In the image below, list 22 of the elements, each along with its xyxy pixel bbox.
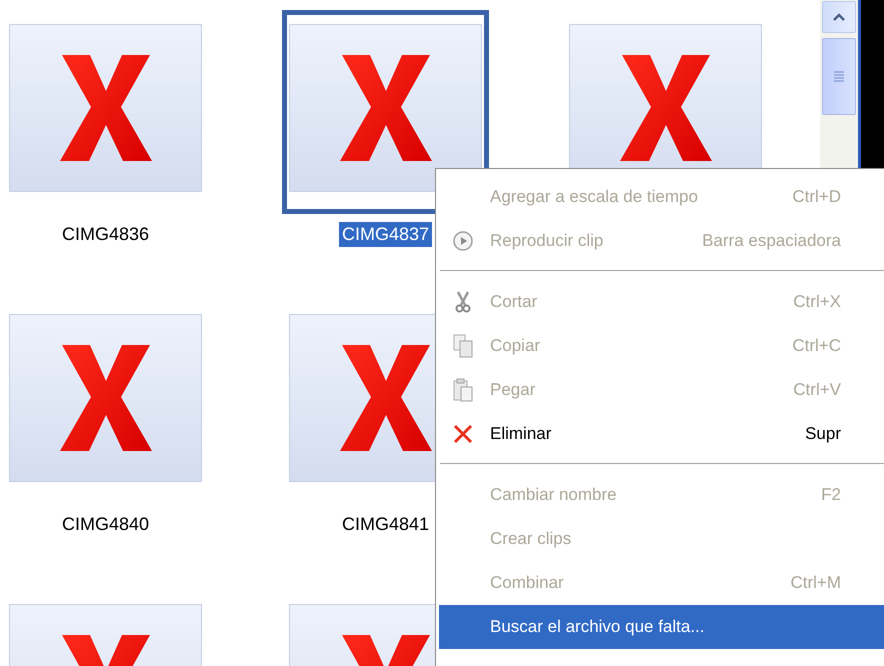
play-icon	[453, 231, 473, 251]
menu-item[interactable]: Eliminar Supr	[436, 412, 884, 456]
scroll-up-button[interactable]	[822, 1, 856, 33]
menu-item[interactable]: Buscar el archivo que falta...	[439, 605, 884, 649]
clip-name: CIMG4841	[340, 513, 430, 536]
grip-icon	[834, 70, 844, 82]
clipboard-icon	[453, 378, 473, 402]
missing-file-icon	[60, 345, 152, 451]
delete-icon	[453, 424, 473, 444]
clip-name: CIMG4836	[60, 223, 150, 246]
scissors-icon	[455, 291, 471, 313]
clip-thumbnail[interactable]	[9, 24, 202, 192]
missing-file-icon	[340, 55, 432, 161]
clip-name: CIMG4837	[338, 222, 432, 247]
clip-name: CIMG4840	[60, 513, 150, 536]
missing-file-icon	[60, 55, 152, 161]
missing-file-icon	[340, 345, 432, 451]
clip-thumbnail[interactable]	[9, 314, 202, 482]
copy-icon	[453, 334, 473, 358]
clip-thumbnail[interactable]	[289, 24, 482, 192]
missing-file-icon	[620, 55, 712, 161]
scroll-thumb[interactable]	[822, 38, 856, 115]
